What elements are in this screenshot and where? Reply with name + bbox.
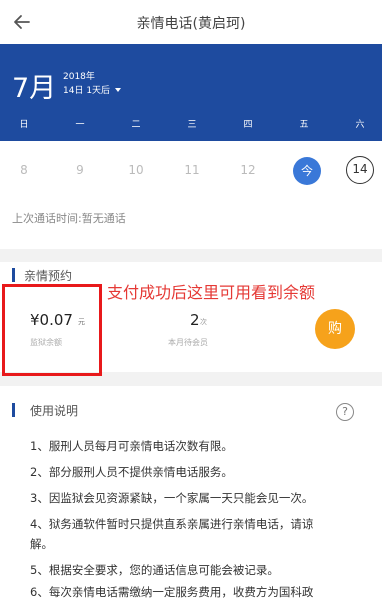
- year-label: 2018年: [63, 72, 95, 82]
- weekday-wed: 三: [187, 120, 197, 130]
- last-call-panel: 上次通话时间:暂无通话: [0, 201, 382, 249]
- highlight-box: [2, 284, 102, 376]
- section-marker: [12, 403, 15, 417]
- selected-date[interactable]: 14: [346, 156, 374, 184]
- caret-down-icon: [115, 88, 122, 92]
- remaining-count: 2: [190, 311, 200, 329]
- page-title: 亲情电话(黄启珂): [136, 16, 246, 32]
- weekday-sun: 日: [19, 120, 29, 130]
- question-circle-icon[interactable]: ?: [336, 403, 354, 421]
- month-label: 7月: [12, 73, 57, 104]
- package-panel: 亲情预约 支付成功后这里可用看到余额 ¥0.07 元 监狱余额 2 次 本月待会…: [0, 262, 382, 376]
- weekday-tue: 二: [131, 120, 141, 130]
- rule-item: 1、服刑人员每月可亲情电话次数有限。: [30, 439, 233, 453]
- balance-label: 监狱余额: [30, 338, 62, 347]
- weekday-thu: 四: [243, 120, 253, 130]
- date-row: 8 9 10 11 12 今: [0, 141, 382, 201]
- rule-item: 5、根据安全要求，您的通话信息可能会被记录。: [30, 563, 279, 577]
- today-marker[interactable]: 今: [293, 157, 321, 185]
- count-label: 本月待会员: [168, 338, 208, 347]
- rule-item: 2、部分服刑人员不提供亲情电话服务。: [30, 465, 233, 479]
- rule-item: 4、狱务通软件暂时只提供直系亲属进行亲情电话，请谅: [30, 517, 314, 531]
- date-cell[interactable]: 11: [177, 163, 207, 177]
- package-title: 亲情预约: [24, 269, 73, 283]
- date-cell[interactable]: 9: [65, 163, 95, 177]
- balance-value: ¥0.07: [30, 311, 73, 329]
- buy-button[interactable]: 购: [315, 309, 355, 349]
- usage-panel: 使用说明 ? 1、服刑人员每月可亲情电话次数有限。 2、部分服刑人员不提供亲情电…: [0, 386, 382, 600]
- usage-title: 使用说明: [30, 404, 79, 418]
- rule-item: 解。: [30, 537, 53, 551]
- date-cell[interactable]: 12: [233, 163, 263, 177]
- weekday-sat: 六: [355, 120, 365, 130]
- date-cell[interactable]: 10: [121, 163, 151, 177]
- day-selector-label: 14日 1天后: [63, 86, 111, 96]
- last-call-text: 上次通话时间:暂无通话: [12, 212, 126, 225]
- rule-item: 3、因监狱会见资源紧缺，一个家属一天只能会见一次。: [30, 491, 314, 505]
- date-cell[interactable]: 8: [9, 163, 39, 177]
- annotation-note: 支付成功后这里可用看到余额: [107, 283, 316, 302]
- app-bar: 亲情电话(黄启珂): [0, 0, 382, 44]
- count-unit: 次: [200, 318, 207, 326]
- weekday-mon: 一: [75, 120, 85, 130]
- rule-item: 6、每次亲情电话需缴纳一定服务费用，收费方为国科政: [30, 585, 314, 599]
- day-selector[interactable]: 14日 1天后: [63, 83, 122, 96]
- weekday-fri: 五: [299, 120, 309, 130]
- balance-unit: 元: [78, 318, 85, 326]
- section-marker: [12, 268, 15, 282]
- calendar-header: 7月 2018年 14日 1天后 日 一 二 三 四 五 六: [0, 44, 382, 141]
